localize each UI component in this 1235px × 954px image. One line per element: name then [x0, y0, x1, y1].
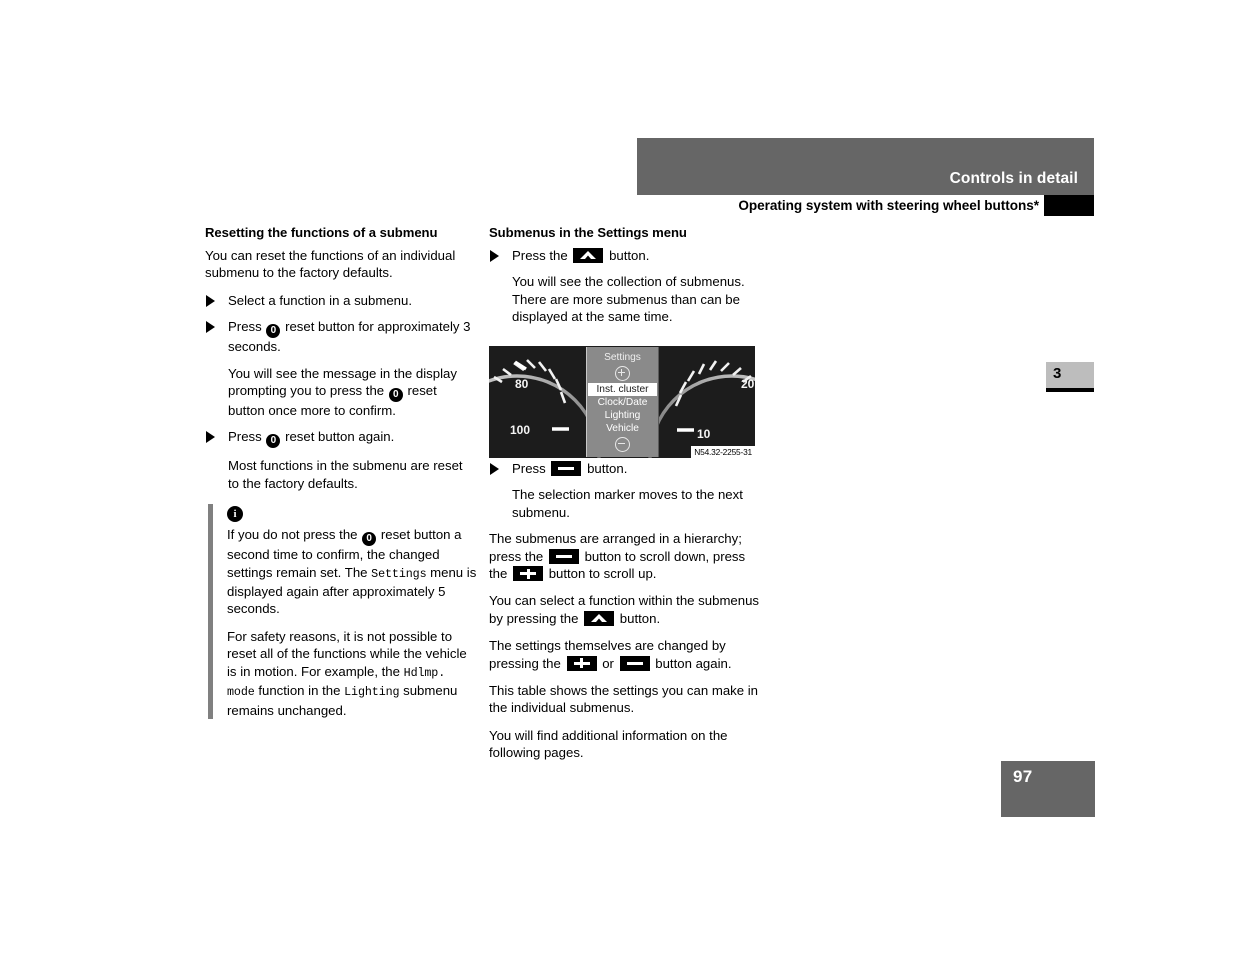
- hier-text-c: button to scroll up.: [548, 566, 657, 582]
- reset-button-icon: 0: [388, 388, 403, 403]
- svg-text:80: 80: [515, 377, 529, 391]
- reset-button-icon: 0: [266, 324, 281, 339]
- plus-button-icon: [566, 655, 597, 671]
- minus-bar: [626, 661, 643, 665]
- chapter-title: Controls in detail: [949, 170, 1078, 187]
- svg-text:100: 100: [510, 423, 530, 437]
- note-mono-settings: Settings: [371, 566, 427, 581]
- step-press-minus-button: Press button.: [489, 460, 761, 477]
- left-column: Resetting the functions of a submenu You…: [205, 224, 477, 729]
- chapter-tab: 3: [1046, 362, 1094, 392]
- triangle-bullet-icon: [490, 463, 499, 475]
- minus-button-icon: [548, 548, 579, 564]
- paragraph-change-settings: The settings themselves are changed by p…: [489, 637, 761, 672]
- left-heading: Resetting the functions of a submenu: [205, 225, 438, 240]
- step-text-after: button.: [587, 461, 628, 476]
- step-text-before: Press the: [512, 248, 568, 263]
- result-confirm-message: You will see the message in the display …: [205, 365, 477, 420]
- display-title: Settings: [604, 352, 641, 363]
- scroll-down-minus-circle-icon: [615, 437, 630, 452]
- paragraph-more-info: You will find additional information on …: [489, 727, 728, 761]
- step-text-before: Press: [512, 461, 546, 476]
- display-menu-item: Lighting: [604, 410, 641, 421]
- minus-button-icon: [619, 655, 650, 671]
- right-column-bottom: Press button. The selection marker moves…: [489, 460, 761, 772]
- scroll-up-plus-circle-icon: [615, 366, 630, 381]
- svg-text:10: 10: [697, 427, 711, 441]
- up-arrow-button-icon: [573, 248, 604, 263]
- sel-text-b: button.: [619, 610, 661, 626]
- cluster-display-panel: Settings Inst. cluster Clock/Date Lighti…: [586, 347, 659, 457]
- paragraph-hierarchy: The submenus are arranged in a hierarchy…: [489, 530, 761, 582]
- note-text-a: If you do not press the: [227, 527, 358, 543]
- chg-text-b: or: [602, 655, 614, 671]
- note2-text-b: function in the: [258, 683, 341, 699]
- display-menu-item: Vehicle: [606, 423, 639, 434]
- chapter-number: 3: [1053, 365, 1062, 382]
- reset-button-icon: 0: [362, 532, 377, 547]
- note-side-rule: [208, 504, 213, 719]
- note-paragraph-2: For safety reasons, it is not possible t…: [227, 628, 477, 719]
- chapter-header-bar: Controls in detail: [637, 138, 1094, 195]
- step-text-after: reset button for approximately 3 seconds…: [228, 319, 471, 355]
- chg-text-c: button again.: [655, 655, 732, 671]
- step-select-function: Select a function in a submenu.: [205, 292, 477, 309]
- plus-button-icon: [513, 566, 544, 582]
- note-paragraph-1: If you do not press the 0 reset button a…: [227, 526, 477, 618]
- triangle-bullet-icon: [206, 294, 215, 307]
- paragraph-select-function: You can select a function within the sub…: [489, 592, 761, 627]
- triangle-bullet-icon: [490, 250, 499, 262]
- step-press-up-button: Press the button.: [489, 247, 761, 264]
- result-submenu-collection: You will see the collection of submenus.…: [512, 274, 745, 325]
- step-text: Select a function in a submenu.: [228, 292, 413, 308]
- svg-text:20: 20: [741, 377, 755, 391]
- chapter-tab-rule: [1046, 388, 1094, 392]
- minus-bar: [555, 554, 572, 558]
- right-heading: Submenus in the Settings menu: [489, 225, 687, 240]
- manual-page: Controls in detail Operating system with…: [0, 0, 1235, 954]
- paragraph-table-intro: This table shows the settings you can ma…: [489, 683, 759, 716]
- result-selection-marker: The selection marker moves to the next s…: [512, 487, 743, 520]
- display-menu-item-selected: Inst. cluster: [588, 383, 657, 396]
- minus-button-icon: [551, 461, 582, 476]
- note-mono-lighting: Lighting: [344, 685, 400, 700]
- minus-bar: [558, 467, 575, 470]
- note-box: i If you do not press the 0 reset button…: [205, 504, 477, 719]
- info-icon: i: [227, 506, 243, 523]
- triangle-bullet-icon: [206, 431, 215, 444]
- right-column-top: Submenus in the Settings menu Press the …: [489, 224, 761, 340]
- section-title: Operating system with steering wheel but…: [738, 198, 1039, 213]
- step-press-reset-3s: Press 0 reset button for approximately 3…: [205, 318, 477, 355]
- step-text-before: Press: [228, 319, 262, 335]
- figure-caption: N54.32-2255-31: [691, 446, 755, 458]
- plus-bar-v: [526, 568, 530, 579]
- result-reset-defaults: Most functions in the submenu are reset …: [228, 458, 463, 491]
- step-text-before: Press: [228, 429, 262, 445]
- header-marker-block: [1044, 195, 1094, 216]
- instrument-cluster-figure: 80 100 10 20 Settings Inst. cluster Cloc…: [489, 346, 755, 458]
- step-press-reset-again: Press 0 reset button again.: [205, 428, 477, 449]
- triangle-bullet-icon: [206, 321, 215, 334]
- step-text-after: reset button again.: [285, 429, 395, 445]
- display-menu-item: Clock/Date: [597, 397, 648, 408]
- reset-button-icon: 0: [266, 434, 281, 449]
- left-intro-paragraph: You can reset the functions of an indivi…: [205, 248, 456, 281]
- plus-bar-v: [580, 658, 584, 669]
- up-arrow-button-icon: [584, 610, 615, 626]
- note-icon-row: i: [227, 504, 477, 523]
- page-number: 97: [1013, 767, 1033, 786]
- step-text-after: button.: [609, 248, 650, 263]
- page-number-block: 97: [1001, 761, 1095, 817]
